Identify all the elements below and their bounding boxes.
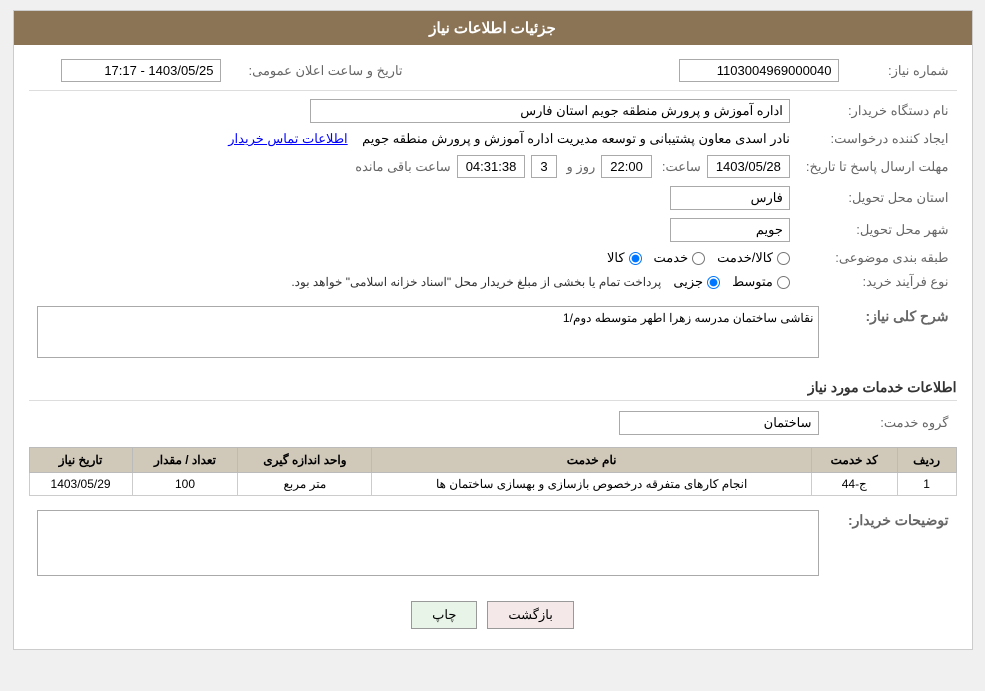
- category-option-kala-khedmat[interactable]: کالا/خدمت: [717, 250, 790, 266]
- category-option-kala[interactable]: کالا: [607, 250, 642, 266]
- deadline-date: 1403/05/28: [707, 155, 790, 178]
- province-label: استان محل تحویل:: [848, 190, 948, 205]
- cell-quantity: 100: [132, 473, 238, 496]
- description-textarea[interactable]: نقاشی ساختمان مدرسه زهرا اطهر متوسطه دوم…: [37, 306, 819, 358]
- province-value: فارس: [670, 186, 790, 210]
- need-number-value: 1103004969000040: [679, 59, 839, 82]
- table-row: 1 ج-44 انجام کارهای متفرقه درخصوص بازساز…: [29, 473, 956, 496]
- cell-name: انجام کارهای متفرقه درخصوص بازسازی و بهس…: [372, 473, 811, 496]
- process-radio-motavasset[interactable]: [777, 276, 790, 289]
- contact-link[interactable]: اطلاعات تماس خریدار: [228, 131, 347, 146]
- announcement-value: 1403/05/25 - 17:17: [61, 59, 221, 82]
- category-radio-kala[interactable]: [629, 252, 642, 265]
- category-radio-group: کالا/خدمت خدمت کالا: [37, 250, 790, 266]
- description-section-label: شرح کلی نیاز:: [865, 308, 948, 324]
- deadline-time-label: ساعت:: [662, 159, 701, 175]
- cell-row: 1: [897, 473, 956, 496]
- services-table: ردیف کد خدمت نام خدمت واحد اندازه گیری ت…: [29, 447, 957, 496]
- buyer-org-value: اداره آموزش و پرورش منطقه جویم استان فار…: [310, 99, 790, 123]
- category-label-khedmat: خدمت: [654, 250, 689, 266]
- process-radio-group: متوسط جزیی پرداخت تمام یا بخشی از مبلغ خ…: [37, 274, 790, 290]
- cell-unit: متر مربع: [238, 473, 372, 496]
- process-label-motavasset: متوسط: [732, 274, 773, 290]
- col-unit: واحد اندازه گیری: [238, 448, 372, 473]
- deadline-remaining-label: ساعت باقی مانده: [355, 159, 450, 175]
- need-number-label: شماره نیاز:: [888, 63, 948, 78]
- category-option-khedmat[interactable]: خدمت: [654, 250, 706, 266]
- cell-date: 1403/05/29: [29, 473, 132, 496]
- creator-value: نادر اسدی معاون پشتیبانی و توسعه مدیریت …: [362, 131, 790, 146]
- category-radio-kala-khedmat[interactable]: [777, 252, 790, 265]
- service-group-value: ساختمان: [619, 411, 819, 435]
- services-section-title: اطلاعات خدمات مورد نیاز: [29, 373, 957, 401]
- buttons-row: بازگشت چاپ: [29, 591, 957, 639]
- deadline-days: 3: [531, 155, 556, 178]
- deadline-label: مهلت ارسال پاسخ تا تاریخ:: [806, 159, 949, 174]
- process-label-jozi: جزیی: [673, 274, 703, 290]
- col-quantity: تعداد / مقدار: [132, 448, 238, 473]
- print-button[interactable]: چاپ: [411, 601, 477, 629]
- city-label: شهر محل تحویل:: [856, 222, 948, 237]
- buyer-notes-label: توضیحات خریدار:: [848, 512, 949, 528]
- back-button[interactable]: بازگشت: [487, 601, 573, 629]
- announcement-label: تاریخ و ساعت اعلان عمومی:: [249, 63, 403, 78]
- deadline-remaining: 04:31:38: [457, 155, 526, 178]
- process-option-jozi[interactable]: جزیی: [673, 274, 720, 290]
- city-value: جویم: [670, 218, 790, 242]
- category-label-kala: کالا: [607, 250, 625, 266]
- process-note: پرداخت تمام یا بخشی از مبلغ خریدار محل "…: [291, 275, 661, 289]
- deadline-days-label: روز و: [567, 159, 596, 175]
- buyer-notes-textarea[interactable]: [37, 510, 819, 576]
- deadline-time: 22:00: [601, 155, 652, 178]
- creator-label: ایجاد کننده درخواست:: [831, 131, 949, 146]
- col-row: ردیف: [897, 448, 956, 473]
- col-code: کد خدمت: [811, 448, 897, 473]
- buyer-org-label: نام دستگاه خریدار:: [848, 103, 949, 118]
- category-radio-khedmat[interactable]: [692, 252, 705, 265]
- category-label-kala-khedmat: کالا/خدمت: [717, 250, 773, 266]
- service-group-label: گروه خدمت:: [880, 415, 948, 430]
- page-title: جزئیات اطلاعات نیاز: [14, 11, 972, 45]
- category-label: طبقه بندی موضوعی:: [835, 250, 948, 265]
- col-date: تاریخ نیاز: [29, 448, 132, 473]
- process-label: نوع فرآیند خرید:: [863, 274, 949, 289]
- cell-code: ج-44: [811, 473, 897, 496]
- process-option-motavasset[interactable]: متوسط: [732, 274, 790, 290]
- process-radio-jozi[interactable]: [707, 276, 720, 289]
- col-name: نام خدمت: [372, 448, 811, 473]
